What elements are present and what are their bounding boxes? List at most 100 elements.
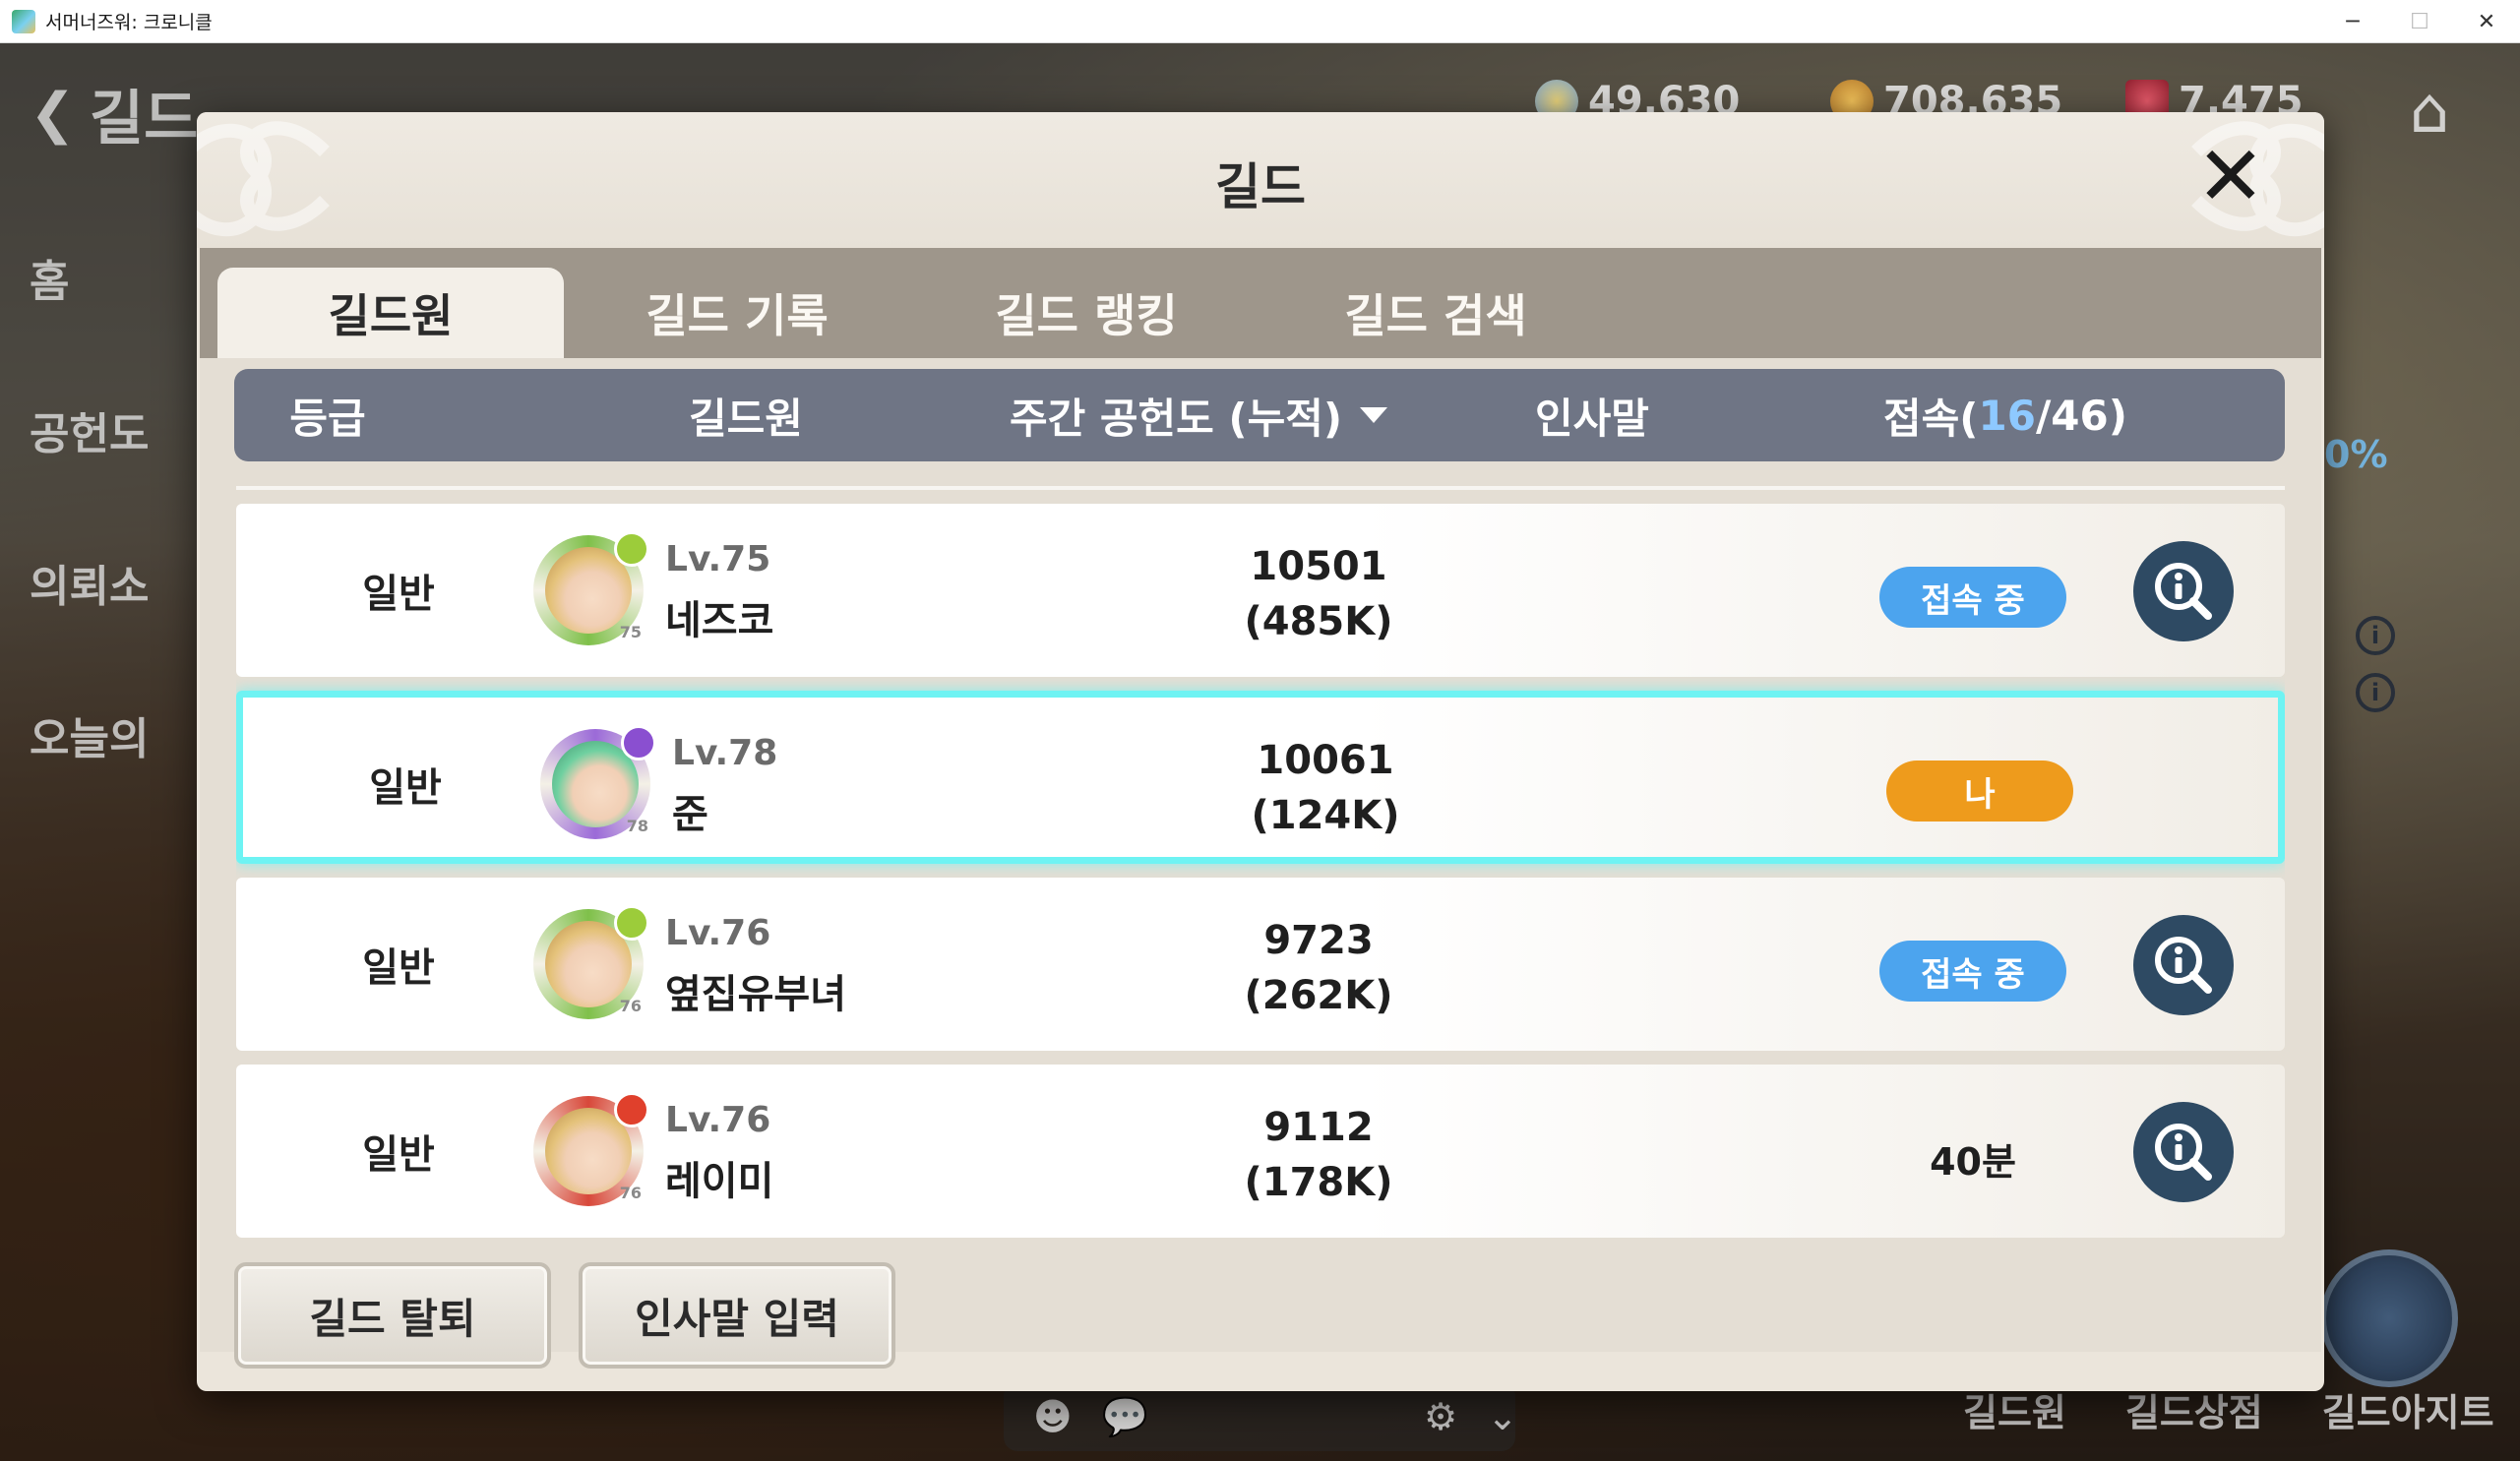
total-contribution: (262K)	[1244, 973, 1393, 1018]
emoji-icon[interactable]: ☻	[1033, 1395, 1073, 1438]
member-level: Lv.76	[665, 913, 771, 953]
column-weekly-contribution[interactable]: 주간 공헌도 (누적)	[1002, 369, 1395, 461]
nav-guild-hideout[interactable]: 길드아지트	[2322, 1382, 2494, 1436]
total-contribution: (124K)	[1251, 793, 1400, 838]
side-menu-request[interactable]: 의뢰소	[30, 551, 149, 703]
chat-bar[interactable]: ☻ 💬 ⚙ ⌄	[1004, 1382, 1518, 1451]
element-icon	[614, 905, 649, 941]
member-row[interactable]: 일반 76 Lv.76 옆집유부녀 9723 (262K) 접속 중	[236, 878, 2285, 1051]
member-table-header: 등급 길드원 주간 공헌도 (누적) 인사말 접속(16/46)	[234, 369, 2285, 461]
sort-desc-icon	[1360, 407, 1388, 423]
member-row[interactable]: 일반 78 Lv.78 준 10061 (124K) 나	[236, 691, 2285, 864]
tab-guild-members[interactable]: 길드원	[217, 268, 564, 358]
member-name: 네즈코	[665, 598, 774, 643]
column-member[interactable]: 길드원	[647, 369, 844, 461]
avatar[interactable]: 75	[533, 531, 649, 645]
element-icon	[614, 1092, 649, 1127]
member-level: Lv.76	[665, 1100, 771, 1140]
close-icon[interactable]: ✕	[2186, 132, 2275, 220]
magnifier-info-icon	[2155, 563, 2212, 620]
back-arrow-icon: ❮	[30, 82, 76, 146]
side-menu-contribution[interactable]: 공헌도	[30, 398, 149, 551]
element-icon	[621, 725, 656, 761]
back-label: 길드	[89, 85, 199, 153]
weekly-contribution: 10501	[1250, 544, 1387, 589]
magnifier-info-icon	[2155, 937, 2212, 994]
member-grade: 일반	[369, 765, 442, 811]
member-name: 레이미	[665, 1159, 774, 1204]
total-contribution: (178K)	[1244, 1160, 1393, 1205]
home-icon[interactable]: ⌂	[2395, 75, 2464, 148]
avatar[interactable]: 78	[540, 725, 656, 839]
online-status-badge: 접속 중	[1879, 567, 2066, 628]
last-seen-text: 40분	[1930, 1139, 2016, 1184]
maximize-button[interactable]: ☐	[2386, 0, 2453, 43]
element-icon	[614, 531, 649, 567]
member-info: Lv.78 준	[672, 733, 777, 839]
settings-icon[interactable]: ⚙	[1424, 1395, 1457, 1438]
member-detail-button[interactable]	[2133, 1102, 2234, 1202]
weekly-contribution: 9112	[1263, 1105, 1374, 1150]
modal-actions: 길드 탈퇴 인사말 입력	[234, 1262, 895, 1369]
total-contribution: (485K)	[1244, 599, 1393, 644]
member-name: 옆집유부녀	[665, 972, 846, 1017]
chevron-down-icon[interactable]: ⌄	[1487, 1395, 1518, 1438]
window-titlebar: 서머너즈워: 크로니클 ─ ☐ ✕	[0, 0, 2520, 43]
member-level: Lv.78	[672, 733, 778, 773]
info-icon-wrap-2: i	[2356, 673, 2395, 712]
app-icon	[12, 9, 35, 33]
avatar[interactable]: 76	[533, 905, 649, 1019]
member-detail-button[interactable]	[2133, 915, 2234, 1015]
back-button[interactable]: ❮ 길드	[30, 71, 198, 156]
member-contribution: 9723 (262K)	[1122, 913, 1515, 1023]
tab-guild-search[interactable]: 길드 검색	[1262, 268, 1609, 358]
member-contribution: 10061 (124K)	[1129, 733, 1522, 843]
member-contribution: 10501 (485K)	[1122, 539, 1515, 649]
online-prefix: 접속(	[1883, 394, 1979, 443]
avatar-level: 75	[619, 623, 642, 641]
enter-greeting-button[interactable]: 인사말 입력	[579, 1262, 895, 1369]
weekly-contribution: 9723	[1263, 918, 1374, 963]
avatar-level: 76	[619, 1184, 642, 1202]
online-status-badge: 접속 중	[1879, 941, 2066, 1002]
minimize-button[interactable]: ─	[2319, 0, 2386, 43]
chat-icon[interactable]: 💬	[1102, 1395, 1148, 1439]
member-info: Lv.76 옆집유부녀	[665, 913, 846, 1019]
modal-header: 길드 ✕	[197, 112, 2324, 248]
side-menu-home[interactable]: 홈	[30, 246, 149, 398]
info-icon[interactable]: i	[2356, 673, 2395, 712]
online-count: 16	[1978, 391, 2036, 440]
window-close-button[interactable]: ✕	[2453, 0, 2520, 43]
tab-bar: 길드원 길드 기록 길드 랭킹 길드 검색	[200, 248, 2321, 358]
info-icon[interactable]: i	[2356, 616, 2395, 655]
info-icon-wrap-1: i	[2356, 616, 2395, 655]
column-online[interactable]: 접속(16/46)	[1848, 369, 2163, 461]
progress-percent: 0%	[2324, 433, 2388, 476]
member-detail-button[interactable]	[2133, 541, 2234, 641]
avatar-level: 78	[626, 817, 648, 835]
side-menu-today[interactable]: 오늘의	[30, 703, 149, 856]
member-row[interactable]: 일반 76 Lv.76 레이미 9112 (178K) 40분	[236, 1065, 2285, 1238]
weekly-contribution: 10061	[1257, 738, 1394, 783]
member-info: Lv.76 레이미	[665, 1100, 773, 1206]
column-weekly-contribution-label: 주간 공헌도 (누적)	[1009, 394, 1343, 443]
leave-guild-button[interactable]: 길드 탈퇴	[234, 1262, 551, 1369]
member-name: 준	[672, 792, 708, 837]
window-title: 서머너즈워: 크로니클	[45, 12, 213, 33]
tab-guild-ranking[interactable]: 길드 랭킹	[913, 268, 1260, 358]
avatar-level: 76	[619, 997, 642, 1015]
member-grade: 일반	[362, 945, 435, 991]
column-greeting[interactable]: 인사말	[1504, 369, 1681, 461]
list-scroll-edge	[236, 486, 2285, 490]
avatar[interactable]: 76	[533, 1092, 649, 1206]
tab-guild-records[interactable]: 길드 기록	[564, 268, 910, 358]
guild-emblem[interactable]	[2320, 1249, 2458, 1387]
member-list[interactable]: 일반 75 Lv.75 네즈코 10501 (485K) 접속 중 일반 78 Lv.78 준 100…	[236, 486, 2285, 1240]
member-row[interactable]: 일반 75 Lv.75 네즈코 10501 (485K) 접속 중	[236, 504, 2285, 677]
me-badge: 나	[1886, 761, 2073, 822]
magnifier-info-icon	[2155, 1124, 2212, 1181]
modal-title: 길드	[1215, 158, 1306, 215]
online-total: /46)	[2035, 391, 2127, 440]
column-grade[interactable]: 등급	[254, 369, 401, 461]
member-grade: 일반	[362, 1132, 435, 1178]
